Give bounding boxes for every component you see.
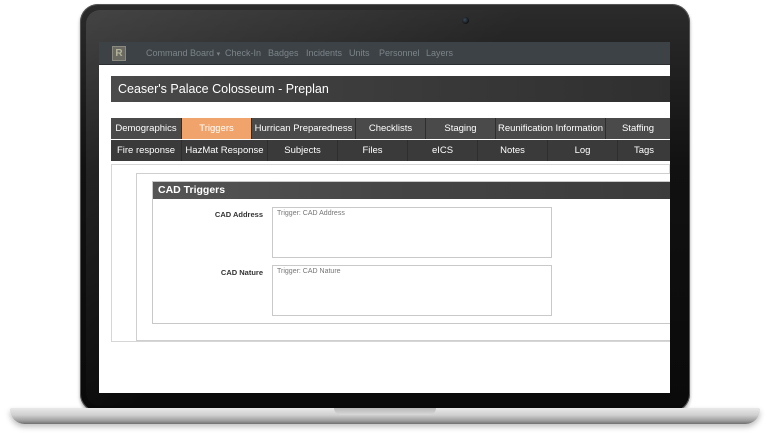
screen: R Command Board ▾ Check-In Badges Incide… [99,42,670,393]
tab-checklists[interactable]: Checklists [356,118,426,139]
tab-staffing[interactable]: Staffing [606,118,670,139]
tab-log[interactable]: Log [548,140,618,161]
camera-icon [462,17,469,24]
cad-nature-label: CAD Nature [220,268,263,277]
page-title-bar: Ceaser's Palace Colosseum - Preplan [111,76,670,102]
tab-triggers[interactable]: Triggers [182,118,252,139]
section-title: CAD Triggers [158,184,226,196]
tab-staging[interactable]: Staging [426,118,496,139]
tab-demographics[interactable]: Demographics [111,118,182,139]
nav-check-in[interactable]: Check-In [225,48,261,58]
tab-reunification-information[interactable]: Reunification Information [496,118,606,139]
cad-address-label: CAD Address [214,210,263,219]
laptop-notch [334,408,436,415]
tab-fire-response[interactable]: Fire response [111,140,182,161]
nav-units[interactable]: Units [349,48,370,58]
chevron-down-icon: ▾ [216,51,221,58]
tab-eics[interactable]: eICS [408,140,478,161]
cad-address-input[interactable] [272,207,552,258]
app-logo[interactable]: R [112,46,126,61]
nav-incidents[interactable]: Incidents [306,48,342,58]
tab-tags[interactable]: Tags [618,140,670,161]
top-navbar: R Command Board ▾ Check-In Badges Incide… [99,42,670,65]
cad-nature-input[interactable] [272,265,552,316]
nav-personnel[interactable]: Personnel [379,48,420,58]
tab-notes[interactable]: Notes [478,140,548,161]
nav-badges[interactable]: Badges [268,48,299,58]
page-title: Ceaser's Palace Colosseum - Preplan [118,82,329,96]
section-header: CAD Triggers [153,182,670,199]
nav-layers[interactable]: Layers [426,48,453,58]
tab-hazmat-response[interactable]: HazMat Response [182,140,268,161]
tab-subjects[interactable]: Subjects [268,140,338,161]
nav-command-board[interactable]: Command Board ▾ [146,48,220,58]
tab-hurrican-preparedness[interactable]: Hurrican Preparedness [252,118,356,139]
tab-files[interactable]: Files [338,140,408,161]
